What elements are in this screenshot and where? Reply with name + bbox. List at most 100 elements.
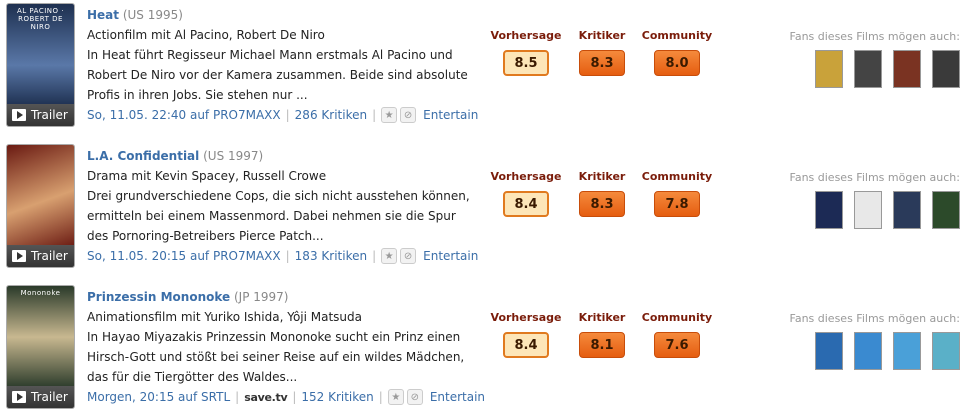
separator: | [235,390,240,404]
airing-link[interactable]: Morgen, 20:15 auf SRTL [87,390,230,404]
entertain-link[interactable]: Entertain [423,249,478,263]
critics-badge[interactable]: 8.3 [579,50,625,76]
poster-link[interactable]: Mononoke Trailer [6,285,75,409]
movie-item: Trailer L.A. Confidential (US 1997) Dram… [0,141,971,269]
movie-description: Drei grundverschiedene Cops, die sich ni… [87,189,470,243]
movie-description: In Heat führt Regisseur Michael Mann ers… [87,48,468,102]
critics-badge[interactable]: 8.1 [579,332,625,358]
recommendation-thumb[interactable] [854,50,882,88]
critics-label: Kritiker [578,29,626,42]
community-label: Community [641,29,713,42]
recommendation-thumb[interactable] [932,332,960,370]
separator: | [372,249,377,263]
trailer-label: Trailer [31,390,68,404]
movie-genre: Actionfilm mit Al Pacino, Robert De Niro [87,28,325,42]
airing-link[interactable]: So, 11.05. 22:40 auf PRO7MAXX [87,108,281,122]
reviews-link[interactable]: 183 Kritiken [295,249,367,263]
recommendations: Fans dieses Films mögen auch: [770,171,960,229]
play-icon [12,109,26,121]
movie-genre: Animationsfilm mit Yuriko Ishida, Yôji M… [87,310,363,324]
block-icon[interactable]: ⊘ [400,248,417,264]
prediction-badge[interactable]: 8.4 [503,332,549,358]
movie-info: Prinzessin Mononoke (JP 1997) Animations… [87,289,482,387]
recommendation-thumb[interactable] [893,50,921,88]
entertain-link[interactable]: Entertain [430,390,485,404]
movie-description: In Hayao Miyazakis Prinzessin Mononoke s… [87,330,465,384]
recommendation-thumbs [770,50,960,88]
critics-rating: Kritiker 8.1 [562,311,642,358]
trailer-label: Trailer [31,108,68,122]
poster-caption: Mononoke [20,289,61,297]
airing-row: So, 11.05. 20:15 auf PRO7MAXX | 183 Krit… [87,248,478,264]
recommendation-thumbs [770,191,960,229]
recommendation-thumb[interactable] [932,50,960,88]
critics-badge[interactable]: 8.3 [579,191,625,217]
recommendation-thumb[interactable] [932,191,960,229]
separator: | [372,108,377,122]
trailer-label: Trailer [31,249,68,263]
airing-row: So, 11.05. 22:40 auf PRO7MAXX | 286 Krit… [87,107,478,123]
recommendation-thumbs [770,332,960,370]
community-badge[interactable]: 7.8 [654,191,700,217]
trailer-button[interactable]: Trailer [7,245,74,267]
recommendation-thumb[interactable] [893,191,921,229]
community-rating: Community 8.0 [637,29,717,76]
movie-title-link[interactable]: Heat [87,8,119,22]
movie-title-link[interactable]: Prinzessin Mononoke [87,290,230,304]
recommendations: Fans dieses Films mögen auch: [770,312,960,370]
poster-image[interactable]: Mononoke [7,286,74,388]
play-icon [12,391,26,403]
recommendations: Fans dieses Films mögen auch: [770,30,960,88]
community-badge[interactable]: 8.0 [654,50,700,76]
poster-link[interactable]: Trailer [6,144,75,268]
reviews-link[interactable]: 152 Kritiken [301,390,373,404]
poster-image[interactable]: AL PACINO · ROBERT DE NIRO [7,4,74,106]
prediction-rating: Vorhersage 8.4 [486,170,566,217]
movie-genre: Drama mit Kevin Spacey, Russell Crowe [87,169,327,183]
star-icon[interactable]: ★ [381,107,398,123]
play-icon [12,250,26,262]
movie-meta: (JP 1997) [234,290,289,304]
movie-meta: (US 1997) [203,149,264,163]
poster-link[interactable]: AL PACINO · ROBERT DE NIRO Trailer [6,3,75,127]
title-line: Heat (US 1995) [87,7,482,23]
airing-link[interactable]: So, 11.05. 20:15 auf PRO7MAXX [87,249,281,263]
poster-image[interactable] [7,145,74,247]
movie-title-link[interactable]: L.A. Confidential [87,149,199,163]
trailer-button[interactable]: Trailer [7,104,74,126]
block-icon[interactable]: ⊘ [406,389,423,405]
recommendation-thumb[interactable] [815,50,843,88]
prediction-label: Vorhersage [490,311,562,324]
critics-rating: Kritiker 8.3 [562,170,642,217]
recommendation-thumb[interactable] [854,191,882,229]
critics-rating: Kritiker 8.3 [562,29,642,76]
prediction-rating: Vorhersage 8.4 [486,311,566,358]
title-line: L.A. Confidential (US 1997) [87,148,482,164]
trailer-button[interactable]: Trailer [7,386,74,408]
separator: | [292,390,297,404]
movie-item: Mononoke Trailer Prinzessin Mononoke (JP… [0,282,971,410]
recommendation-thumb[interactable] [893,332,921,370]
separator: | [285,249,290,263]
prediction-badge[interactable]: 8.5 [503,50,549,76]
title-line: Prinzessin Mononoke (JP 1997) [87,289,482,305]
prediction-label: Vorhersage [490,170,562,183]
critics-label: Kritiker [578,170,626,183]
community-label: Community [641,311,713,324]
community-badge[interactable]: 7.6 [654,332,700,358]
prediction-badge[interactable]: 8.4 [503,191,549,217]
recommendation-thumb[interactable] [815,332,843,370]
entertain-link[interactable]: Entertain [423,108,478,122]
community-rating: Community 7.8 [637,170,717,217]
star-icon[interactable]: ★ [387,389,404,405]
recommendation-thumb[interactable] [854,332,882,370]
block-icon[interactable]: ⊘ [400,107,417,123]
separator: | [285,108,290,122]
savetv-logo[interactable]: save.tv [244,391,287,404]
fans-label: Fans dieses Films mögen auch: [789,171,960,184]
reviews-link[interactable]: 286 Kritiken [295,108,367,122]
recommendation-thumb[interactable] [815,191,843,229]
movie-meta: (US 1995) [122,8,183,22]
fans-label: Fans dieses Films mögen auch: [789,312,960,325]
star-icon[interactable]: ★ [381,248,398,264]
